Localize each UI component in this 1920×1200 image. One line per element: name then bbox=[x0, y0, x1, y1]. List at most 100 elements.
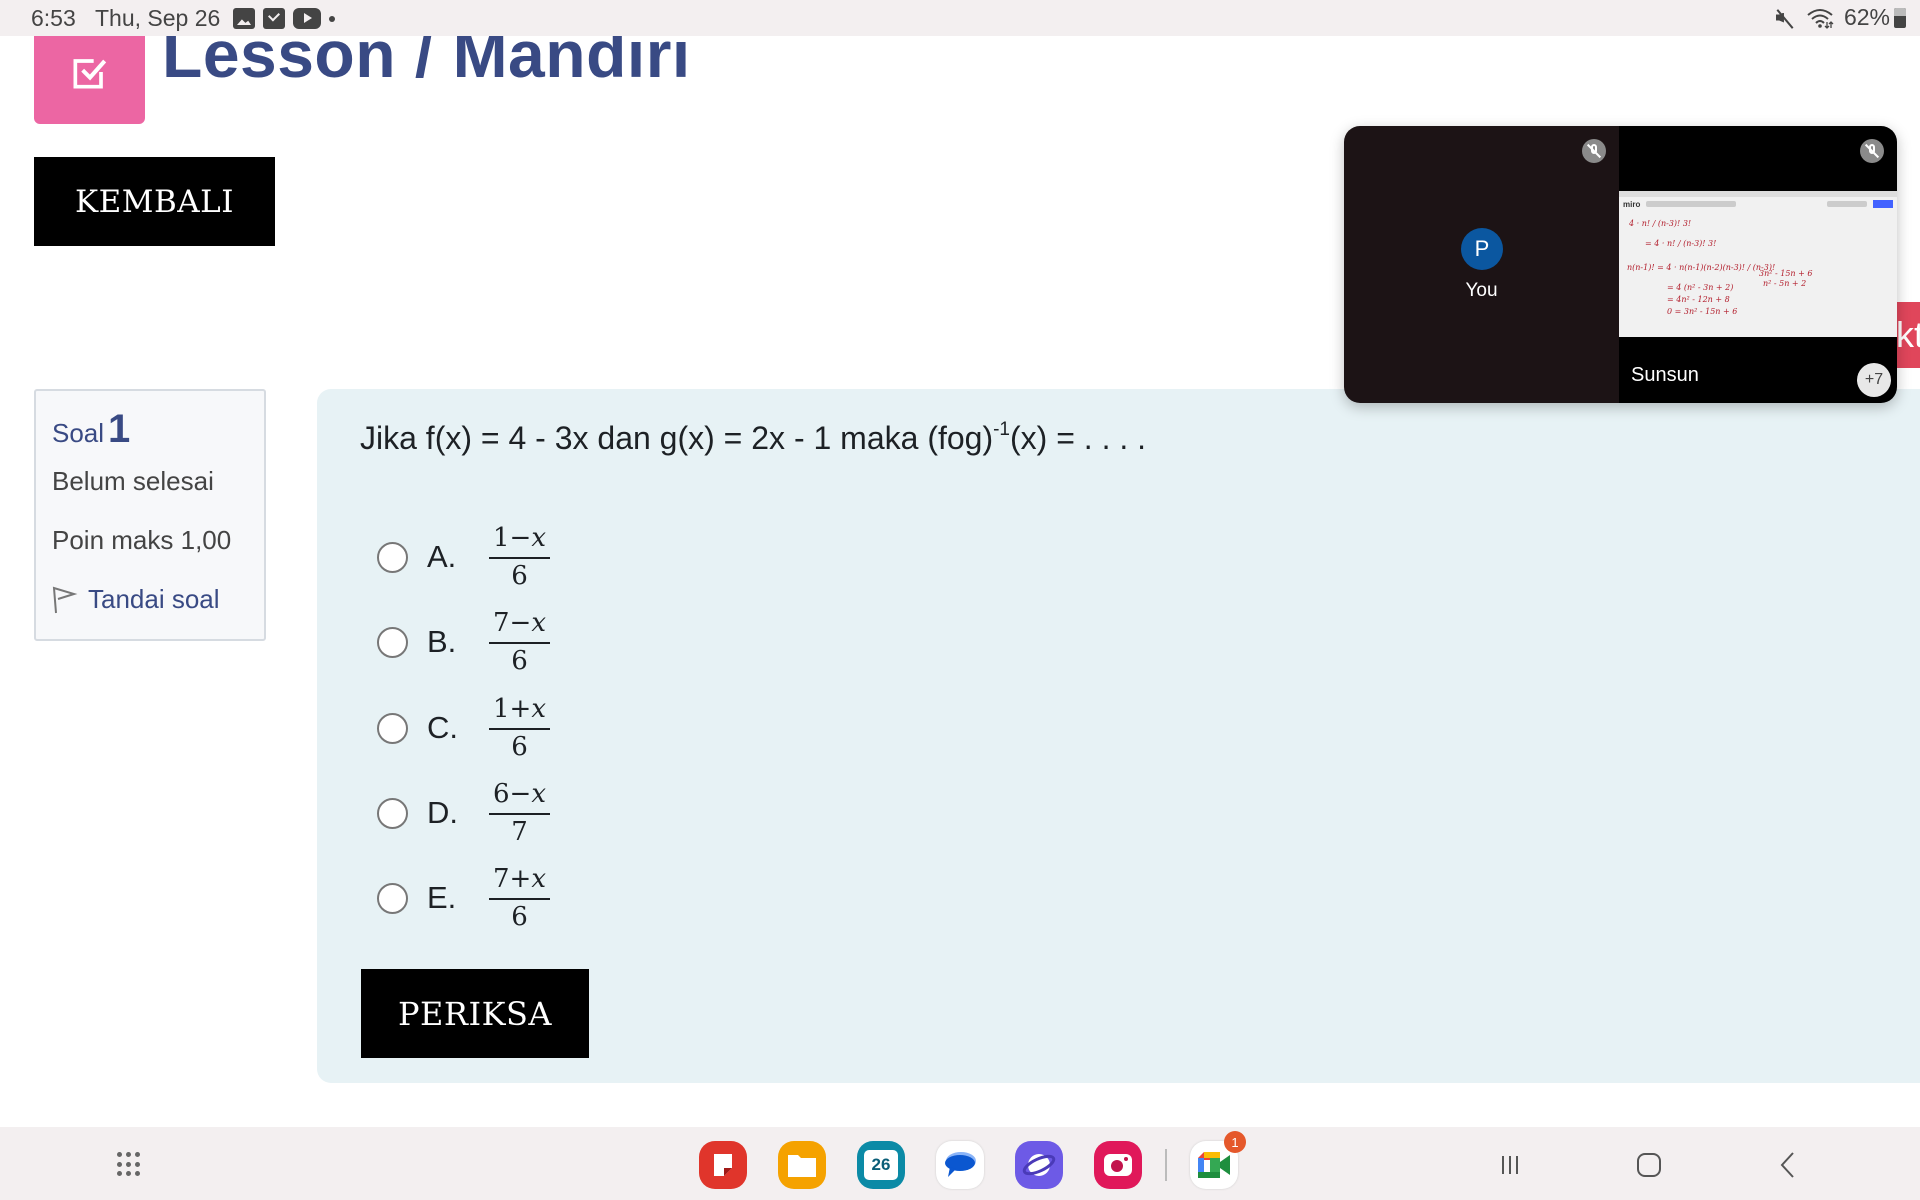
option-fraction: 7+x 6 bbox=[489, 864, 551, 932]
dock-separator bbox=[1165, 1149, 1167, 1181]
radio-button[interactable] bbox=[377, 541, 408, 573]
my-files-icon[interactable] bbox=[778, 1141, 826, 1189]
fraction-denominator: 6 bbox=[511, 732, 528, 762]
status-bar: 6:53 Thu, Sep 26 62% bbox=[0, 0, 1920, 36]
option-fraction: 7−x 6 bbox=[489, 608, 551, 676]
wifi-icon bbox=[1807, 8, 1834, 29]
avatar: P bbox=[1461, 228, 1503, 270]
radio-button[interactable] bbox=[377, 626, 408, 658]
question-info-panel: Soal 1 Belum selesai Poin maks 1,00 Tanda… bbox=[34, 389, 266, 641]
radio-button[interactable] bbox=[377, 882, 408, 914]
shared-screen-thumbnail: miro 4 · n! / (n-3)! 3! = 4 · n! / (n-3)… bbox=[1619, 191, 1897, 337]
navigation-bar: 26 1 bbox=[0, 1127, 1920, 1200]
option-letter: A. bbox=[427, 539, 457, 574]
screen-recorder-icon[interactable] bbox=[1094, 1141, 1142, 1189]
calendar-icon[interactable]: 26 bbox=[857, 1141, 905, 1189]
recents-glyph bbox=[1502, 1156, 1518, 1174]
option-a[interactable]: A. 1−x 6 bbox=[377, 523, 551, 591]
ink-line: = 4 (n² - 3n + 2) bbox=[1667, 283, 1734, 292]
radio-button[interactable] bbox=[377, 712, 408, 744]
question-number-value: 1 bbox=[108, 407, 131, 451]
question-label: Soal bbox=[52, 418, 105, 448]
gallery-icon bbox=[233, 8, 255, 29]
battery-icon bbox=[1894, 7, 1906, 28]
question-state: Belum selesai bbox=[52, 466, 214, 496]
question-text-main: Jika f(x) = 4 - 3x dan g(x) = 2x - 1 mak… bbox=[360, 420, 994, 456]
option-fraction: 6−x 7 bbox=[489, 779, 551, 847]
question-superscript: -1 bbox=[993, 419, 1011, 440]
fraction-numerator: 7−x bbox=[489, 608, 551, 644]
checkbox-icon bbox=[263, 8, 285, 29]
back-glyph bbox=[1780, 1152, 1794, 1178]
ink-line: n(n-1)! = 4 · n(n-1)(n-2)(n-3)! / (n-3)! bbox=[1627, 263, 1776, 272]
screen: 6:53 Thu, Sep 26 62% Lesson / Mandiri KE… bbox=[0, 0, 1920, 1200]
fraction-numerator: 1−x bbox=[489, 523, 551, 559]
flag-icon bbox=[52, 586, 78, 613]
fraction-denominator: 6 bbox=[511, 646, 528, 676]
question-text: Jika f(x) = 4 - 3x dan g(x) = 2x - 1 mak… bbox=[360, 419, 1146, 457]
ink-line: 3n² - 15n + 6 bbox=[1759, 269, 1813, 278]
date: Thu, Sep 26 bbox=[95, 5, 221, 31]
fraction-numerator: 6−x bbox=[489, 779, 551, 815]
battery-percent: 62% bbox=[1843, 4, 1890, 30]
samsung-internet-icon[interactable] bbox=[1015, 1141, 1063, 1189]
folder-glyph bbox=[788, 1155, 816, 1177]
mute-icon bbox=[1774, 7, 1796, 29]
periksa-button[interactable]: PERIKSA bbox=[361, 969, 589, 1058]
presenter-video-tile[interactable]: miro 4 · n! / (n-3)! 3! = 4 · n! / (n-3)… bbox=[1619, 126, 1897, 403]
messages-icon[interactable] bbox=[936, 1141, 984, 1189]
back-icon[interactable] bbox=[1768, 1145, 1808, 1185]
option-letter: D. bbox=[427, 795, 458, 830]
planet-glyph bbox=[1022, 1154, 1056, 1176]
fraction-denominator: 6 bbox=[511, 561, 528, 591]
clock: 6:53 bbox=[31, 5, 76, 31]
ink-line: n² - 5n + 2 bbox=[1763, 279, 1807, 288]
home-icon[interactable] bbox=[1629, 1145, 1669, 1185]
question-max-points: Poin maks 1,00 bbox=[52, 525, 232, 555]
board-title-bar bbox=[1646, 201, 1737, 207]
question-text-end: (x) = . . . . bbox=[1010, 420, 1147, 456]
ink-line: = 4 · n! / (n-3)! 3! bbox=[1645, 239, 1717, 248]
meet-glyph bbox=[1198, 1152, 1230, 1178]
flag-question-link[interactable]: Tandai soal bbox=[52, 584, 264, 615]
option-letter: C. bbox=[427, 710, 458, 745]
ink-line: 0 = 3n² - 15n + 6 bbox=[1667, 307, 1738, 316]
check-square-icon bbox=[73, 59, 106, 89]
option-c[interactable]: C. 1+x 6 bbox=[377, 694, 551, 762]
recents-icon[interactable] bbox=[1490, 1145, 1530, 1185]
fraction-numerator: 7+x bbox=[489, 864, 551, 900]
option-d[interactable]: D. 6−x 7 bbox=[377, 779, 551, 847]
option-letter: B. bbox=[427, 624, 457, 659]
fraction-denominator: 6 bbox=[511, 902, 528, 932]
option-letter: E. bbox=[427, 880, 457, 915]
radio-button[interactable] bbox=[377, 797, 408, 829]
question-content: Jika f(x) = 4 - 3x dan g(x) = 2x - 1 mak… bbox=[317, 389, 1920, 1083]
option-b[interactable]: B. 7−x 6 bbox=[377, 608, 551, 676]
whiteboard-app-logo: miro bbox=[1623, 199, 1641, 209]
more-participants-badge[interactable]: +7 bbox=[1857, 363, 1891, 397]
notes-glyph bbox=[714, 1154, 732, 1176]
option-e[interactable]: E. 7+x 6 bbox=[377, 864, 551, 932]
mic-off-icon bbox=[1582, 139, 1606, 163]
home-glyph bbox=[1637, 1153, 1661, 1177]
option-fraction: 1−x 6 bbox=[489, 523, 551, 591]
mic-off-icon bbox=[1860, 139, 1884, 163]
self-video-tile[interactable]: P You bbox=[1344, 126, 1619, 403]
tools-bar bbox=[1827, 201, 1867, 207]
fraction-denominator: 7 bbox=[511, 817, 528, 847]
kembali-button[interactable]: KEMBALI bbox=[34, 157, 275, 246]
samsung-notes-icon[interactable] bbox=[699, 1141, 747, 1189]
calendar-date: 26 bbox=[864, 1150, 898, 1180]
presenter-name: Sunsun bbox=[1631, 364, 1699, 386]
flag-question-label: Tandai soal bbox=[88, 584, 220, 614]
ink-line: = 4n² - 12n + 8 bbox=[1667, 295, 1730, 304]
option-fraction: 1+x 6 bbox=[489, 694, 551, 762]
video-call-overlay[interactable]: P You miro 4 · n! / (n-3)! 3! = 4 · n! /… bbox=[1344, 126, 1897, 403]
system-icons: 62% bbox=[1774, 4, 1906, 31]
notification-icons bbox=[233, 8, 335, 29]
self-label: You bbox=[1465, 280, 1498, 301]
google-meet-icon[interactable]: 1 bbox=[1190, 1131, 1246, 1189]
apps-grid-icon[interactable] bbox=[117, 1152, 143, 1178]
fraction-numerator: 1+x bbox=[489, 694, 551, 730]
chat-bubble-glyph bbox=[945, 1152, 976, 1177]
